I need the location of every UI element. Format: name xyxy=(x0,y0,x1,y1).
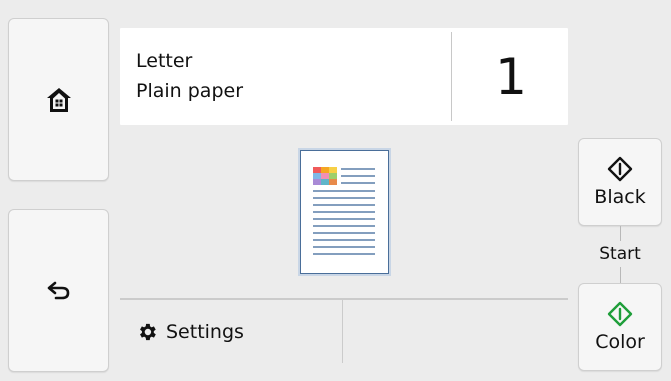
home-button[interactable] xyxy=(8,18,109,181)
panel-divider xyxy=(451,32,452,121)
color-start-label: Color xyxy=(595,331,645,353)
back-arrow-icon xyxy=(47,281,69,299)
document-preview-icon xyxy=(313,167,375,255)
paper-type-label: Plain paper xyxy=(136,80,244,102)
diamond-start-icon xyxy=(607,156,633,182)
start-label: Start xyxy=(594,241,646,267)
paper-info: Letter Plain paper xyxy=(136,46,243,106)
gear-icon xyxy=(140,323,156,341)
paper-size-label: Letter xyxy=(136,50,193,72)
black-start-label: Black xyxy=(594,186,646,208)
color-start-button[interactable]: Color xyxy=(578,283,662,371)
black-start-button[interactable]: Black xyxy=(578,138,662,226)
copies-count[interactable]: 1 xyxy=(454,28,568,125)
diamond-start-icon xyxy=(607,301,633,327)
settings-label: Settings xyxy=(166,321,244,343)
paper-settings-panel[interactable]: Letter Plain paper 1 xyxy=(120,28,568,125)
document-preview xyxy=(300,150,389,274)
back-button[interactable] xyxy=(8,209,109,372)
empty-slot xyxy=(343,300,568,364)
home-icon xyxy=(46,87,71,112)
settings-button[interactable]: Settings xyxy=(120,300,342,364)
